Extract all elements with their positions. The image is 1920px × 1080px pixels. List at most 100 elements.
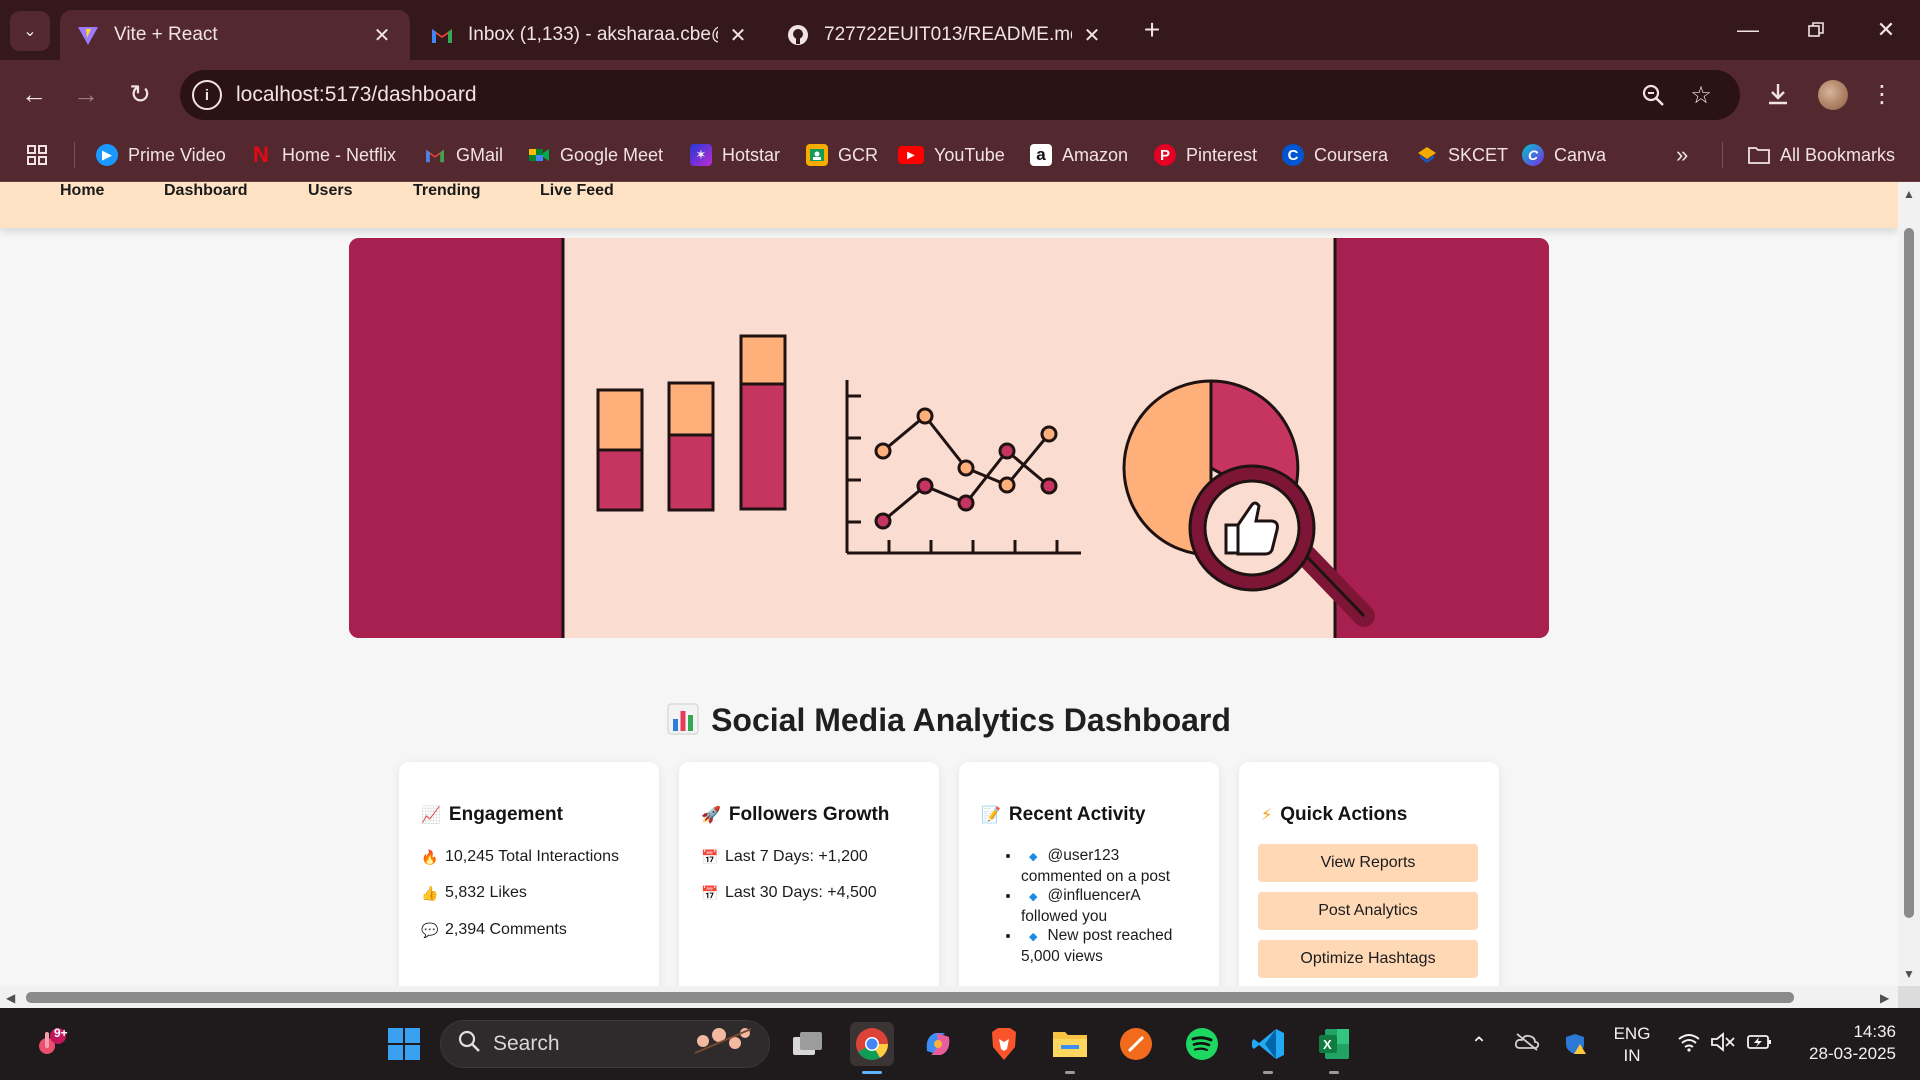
view-reports-button[interactable]: View Reports [1258, 844, 1478, 882]
search-highlight-flower-icon [691, 1023, 755, 1065]
downloads-icon[interactable] [1758, 74, 1798, 114]
bookmark-label: YouTube [934, 144, 1005, 165]
minimize-window-icon[interactable]: — [1724, 12, 1772, 48]
bookmark-netflix[interactable]: N Home - Netflix [250, 140, 396, 170]
clock-date: 28-03-2025 [1809, 1044, 1896, 1063]
widgets-weather-icon[interactable]: 9+ [28, 1022, 72, 1066]
all-bookmarks-folder[interactable]: All Bookmarks [1748, 140, 1895, 170]
new-tab-plus-icon[interactable]: + [1136, 14, 1168, 46]
bookmark-label: SKCET [1448, 144, 1509, 165]
google-classroom-icon [806, 144, 828, 166]
bookmark-label: GCR [838, 144, 878, 165]
bookmark-gmail[interactable]: GMail [424, 140, 503, 170]
vertical-scrollbar[interactable]: ▲ ▼ [1898, 182, 1920, 986]
apps-grid-icon[interactable] [26, 140, 48, 170]
battery-charging-icon[interactable] [1744, 1032, 1774, 1058]
clock[interactable]: 14:36 28-03-2025 [1786, 1021, 1896, 1065]
close-tab-icon[interactable]: ✕ [726, 23, 750, 47]
volume-muted-icon[interactable] [1708, 1032, 1738, 1058]
bookmark-pinterest[interactable]: P Pinterest [1154, 140, 1257, 170]
nav-link-home[interactable]: Home [60, 182, 104, 200]
brave-browser-icon[interactable] [982, 1022, 1026, 1066]
tab-gmail-inbox[interactable]: Inbox (1,133) - aksharaa.cbe@g ✕ [414, 10, 766, 60]
site-info-icon[interactable]: i [192, 80, 222, 110]
browser-tab-strip: ⌄ Vite + React ✕ Inbox (1,133) - akshara… [0, 0, 1920, 60]
file-explorer-icon[interactable] [1048, 1022, 1092, 1074]
close-tab-icon[interactable]: ✕ [1080, 23, 1104, 47]
nav-link-live-feed[interactable]: Live Feed [540, 182, 614, 200]
taskbar-search-box[interactable]: Search [440, 1020, 770, 1068]
input-language[interactable]: ENG IN [1604, 1023, 1660, 1067]
nav-link-users[interactable]: Users [308, 182, 352, 200]
profile-avatar[interactable] [1818, 80, 1848, 110]
dashboard-title-text: Social Media Analytics Dashboard [711, 702, 1231, 738]
address-bar[interactable]: i localhost:5173/dashboard ☆ [180, 70, 1740, 120]
back-arrow-icon[interactable]: ← [14, 74, 54, 114]
horizontal-scrollbar[interactable]: ◀ ▶ [0, 986, 1898, 1008]
bookmark-coursera[interactable]: C Coursera [1282, 140, 1388, 170]
google-meet-icon [528, 144, 550, 166]
nav-link-dashboard[interactable]: Dashboard [164, 182, 248, 200]
vscode-icon[interactable] [1246, 1022, 1290, 1074]
more-bookmarks-chevron-icon[interactable]: » [1676, 140, 1688, 170]
post-analytics-button[interactable]: Post Analytics [1258, 892, 1478, 930]
onedrive-cloud-icon[interactable] [1512, 1032, 1542, 1058]
chart-increasing-icon: 📈 [421, 807, 441, 824]
close-window-icon[interactable]: ✕ [1862, 12, 1910, 48]
bookmark-label: Home - Netflix [282, 144, 397, 165]
nav-link-trending[interactable]: Trending [413, 182, 481, 200]
horizontal-scroll-thumb[interactable] [26, 992, 1794, 1003]
bookmark-skcet[interactable]: SKCET [1416, 140, 1508, 170]
search-icon [457, 1029, 481, 1059]
bookmark-gcr[interactable]: GCR [806, 140, 878, 170]
stat-last-7-days: 📅 Last 7 Days: +1,200 [701, 848, 868, 865]
scroll-down-arrow-icon[interactable]: ▼ [1903, 968, 1915, 980]
pen-app-icon[interactable] [1114, 1022, 1158, 1066]
bookmark-prime-video[interactable]: ▶ Prime Video [96, 140, 226, 170]
tab-title: Vite + React [114, 24, 218, 45]
task-view-icon[interactable] [786, 1022, 830, 1066]
site-navbar: Home Dashboard Users Trending Live Feed [0, 182, 1898, 228]
forward-arrow-icon[interactable]: → [66, 74, 106, 114]
copilot-icon[interactable] [916, 1022, 960, 1066]
scroll-right-arrow-icon[interactable]: ▶ [1880, 991, 1889, 1005]
windows-start-icon[interactable] [382, 1022, 426, 1066]
bookmark-amazon[interactable]: a Amazon [1030, 140, 1128, 170]
wifi-icon[interactable] [1674, 1032, 1704, 1058]
bookmark-label: Amazon [1062, 144, 1129, 165]
spotify-icon[interactable] [1180, 1022, 1224, 1066]
bookmark-canva[interactable]: C Canva [1522, 140, 1606, 170]
close-tab-icon[interactable]: ✕ [370, 23, 394, 47]
amazon-icon: a [1030, 144, 1052, 166]
restore-window-icon[interactable] [1792, 12, 1840, 48]
chrome-taskbar-icon[interactable] [850, 1022, 894, 1074]
zoom-magnifier-icon[interactable] [1638, 80, 1668, 110]
defender-shield-warning-icon[interactable] [1560, 1032, 1590, 1062]
blue-diamond-icon: ◆ [1029, 891, 1038, 903]
bookmark-star-icon[interactable]: ☆ [1686, 80, 1716, 110]
bookmark-google-meet[interactable]: Google Meet [528, 140, 663, 170]
excel-icon[interactable]: X [1312, 1022, 1356, 1074]
bookmark-label: Prime Video [128, 144, 226, 165]
url-text[interactable]: localhost:5173/dashboard [236, 83, 477, 107]
tab-github-readme[interactable]: 727722EUIT013/README.md at ✕ [770, 10, 1120, 60]
coursera-icon: C [1282, 144, 1304, 166]
folder-icon [1748, 144, 1770, 166]
search-placeholder: Search [493, 1032, 560, 1055]
blue-diamond-icon: ◆ [1029, 931, 1038, 943]
quick-actions-card-title: ⚡ Quick Actions [1261, 804, 1408, 825]
optimize-hashtags-button[interactable]: Optimize Hashtags [1258, 940, 1478, 978]
bookmark-hotstar[interactable]: ✶ Hotstar [690, 140, 780, 170]
list-item: ◆@user123 commented on a post [1021, 846, 1201, 886]
hotstar-icon: ✶ [690, 144, 712, 166]
show-hidden-icons-chevron[interactable]: ⌃ [1464, 1032, 1494, 1057]
browser-menu-kebab-icon[interactable]: ⋮ [1862, 74, 1902, 114]
calendar-icon: 📅 [701, 848, 719, 865]
tab-vite-react[interactable]: Vite + React ✕ [60, 10, 410, 60]
vertical-scroll-thumb[interactable] [1904, 228, 1914, 918]
reload-icon[interactable]: ↻ [120, 74, 160, 114]
scroll-up-arrow-icon[interactable]: ▲ [1903, 188, 1915, 200]
scroll-left-arrow-icon[interactable]: ◀ [6, 991, 15, 1005]
bookmark-youtube[interactable]: ▶ YouTube [898, 140, 1005, 170]
tab-search-chevron-icon[interactable]: ⌄ [10, 11, 50, 51]
